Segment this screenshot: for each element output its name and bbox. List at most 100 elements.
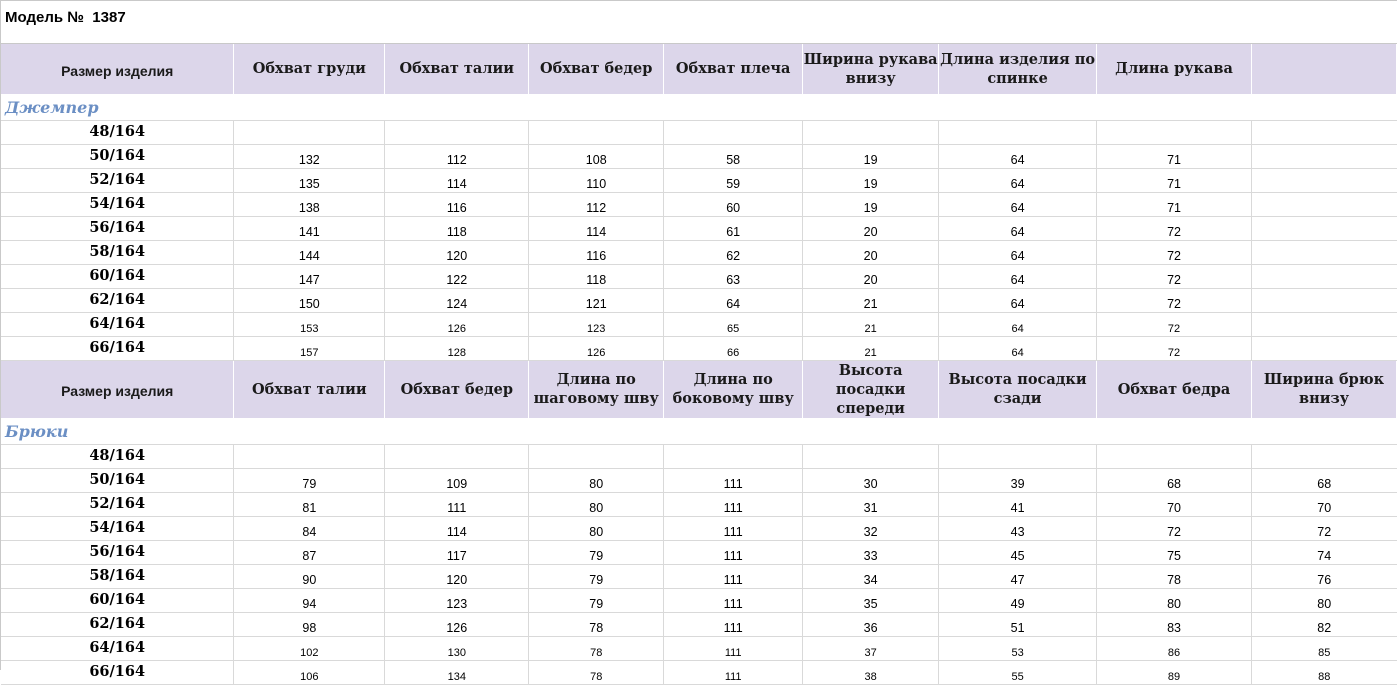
value-cell[interactable]: 62 [663, 240, 804, 265]
value-cell[interactable]: 59 [663, 168, 804, 193]
value-cell[interactable]: 90 [233, 564, 386, 589]
value-cell[interactable]: 20 [802, 264, 940, 289]
value-cell[interactable]: 89 [1096, 660, 1252, 685]
value-cell[interactable]: 111 [663, 540, 804, 565]
value-cell[interactable]: 144 [233, 240, 386, 265]
value-cell[interactable] [802, 120, 940, 145]
value-cell[interactable]: 111 [663, 588, 804, 613]
value-cell[interactable]: 64 [938, 312, 1098, 337]
value-cell[interactable]: 86 [1096, 636, 1252, 661]
value-cell[interactable] [1251, 444, 1397, 469]
value-cell[interactable]: 76 [1251, 564, 1397, 589]
value-cell[interactable]: 82 [1251, 612, 1397, 637]
value-cell[interactable]: 72 [1096, 336, 1252, 361]
value-cell[interactable]: 114 [384, 516, 530, 541]
value-cell[interactable] [384, 444, 530, 469]
value-cell[interactable]: 68 [1251, 468, 1397, 493]
size-cell[interactable]: 50/164 [1, 144, 235, 169]
value-cell[interactable]: 72 [1096, 264, 1252, 289]
value-cell[interactable]: 32 [802, 516, 940, 541]
value-cell[interactable] [1251, 264, 1397, 289]
value-cell[interactable]: 72 [1096, 312, 1252, 337]
value-cell[interactable]: 81 [233, 492, 386, 517]
value-cell[interactable]: 120 [384, 564, 530, 589]
value-cell[interactable]: 72 [1096, 240, 1252, 265]
value-cell[interactable]: 74 [1251, 540, 1397, 565]
value-cell[interactable]: 45 [938, 540, 1098, 565]
value-cell[interactable]: 112 [528, 192, 665, 217]
value-cell[interactable] [528, 444, 665, 469]
value-cell[interactable]: 78 [528, 612, 665, 637]
value-cell[interactable]: 141 [233, 216, 386, 241]
size-cell[interactable]: 60/164 [1, 264, 235, 289]
size-cell[interactable]: 64/164 [1, 312, 235, 337]
value-cell[interactable]: 138 [233, 192, 386, 217]
value-cell[interactable]: 111 [663, 564, 804, 589]
value-cell[interactable]: 109 [384, 468, 530, 493]
value-cell[interactable]: 80 [528, 492, 665, 517]
value-cell[interactable]: 72 [1096, 216, 1252, 241]
value-cell[interactable]: 79 [528, 540, 665, 565]
value-cell[interactable] [663, 444, 804, 469]
value-cell[interactable]: 135 [233, 168, 386, 193]
value-cell[interactable]: 64 [938, 336, 1098, 361]
value-cell[interactable]: 116 [384, 192, 530, 217]
value-cell[interactable]: 61 [663, 216, 804, 241]
value-cell[interactable]: 71 [1096, 168, 1252, 193]
value-cell[interactable]: 111 [384, 492, 530, 517]
value-cell[interactable]: 126 [384, 612, 530, 637]
value-cell[interactable]: 79 [528, 588, 665, 613]
value-cell[interactable] [1096, 120, 1252, 145]
value-cell[interactable]: 21 [802, 336, 940, 361]
value-cell[interactable]: 66 [663, 336, 804, 361]
value-cell[interactable]: 72 [1251, 516, 1397, 541]
value-cell[interactable]: 110 [528, 168, 665, 193]
value-cell[interactable]: 71 [1096, 144, 1252, 169]
value-cell[interactable]: 111 [663, 492, 804, 517]
value-cell[interactable]: 157 [233, 336, 386, 361]
value-cell[interactable]: 94 [233, 588, 386, 613]
value-cell[interactable]: 112 [384, 144, 530, 169]
value-cell[interactable]: 64 [938, 144, 1098, 169]
value-cell[interactable]: 111 [663, 636, 804, 661]
size-cell[interactable]: 54/164 [1, 192, 235, 217]
value-cell[interactable]: 38 [802, 660, 940, 685]
value-cell[interactable]: 71 [1096, 192, 1252, 217]
value-cell[interactable]: 64 [663, 288, 804, 313]
value-cell[interactable]: 20 [802, 240, 940, 265]
value-cell[interactable] [1251, 144, 1397, 169]
value-cell[interactable]: 64 [938, 192, 1098, 217]
value-cell[interactable]: 21 [802, 288, 940, 313]
size-cell[interactable]: 52/164 [1, 168, 235, 193]
value-cell[interactable]: 70 [1096, 492, 1252, 517]
value-cell[interactable]: 123 [528, 312, 665, 337]
value-cell[interactable]: 58 [663, 144, 804, 169]
value-cell[interactable]: 72 [1096, 516, 1252, 541]
value-cell[interactable]: 132 [233, 144, 386, 169]
size-cell[interactable]: 58/164 [1, 240, 235, 265]
value-cell[interactable]: 30 [802, 468, 940, 493]
value-cell[interactable]: 78 [528, 636, 665, 661]
value-cell[interactable]: 35 [802, 588, 940, 613]
value-cell[interactable]: 120 [384, 240, 530, 265]
value-cell[interactable]: 111 [663, 468, 804, 493]
size-cell[interactable]: 48/164 [1, 444, 235, 469]
value-cell[interactable]: 68 [1096, 468, 1252, 493]
value-cell[interactable] [1251, 120, 1397, 145]
value-cell[interactable] [1251, 168, 1397, 193]
value-cell[interactable]: 64 [938, 240, 1098, 265]
value-cell[interactable]: 78 [528, 660, 665, 685]
value-cell[interactable] [938, 120, 1098, 145]
value-cell[interactable]: 63 [663, 264, 804, 289]
value-cell[interactable] [1251, 192, 1397, 217]
size-cell[interactable]: 62/164 [1, 288, 235, 313]
size-cell[interactable]: 66/164 [1, 336, 235, 361]
value-cell[interactable]: 118 [528, 264, 665, 289]
value-cell[interactable]: 64 [938, 168, 1098, 193]
value-cell[interactable]: 43 [938, 516, 1098, 541]
value-cell[interactable]: 21 [802, 312, 940, 337]
value-cell[interactable]: 88 [1251, 660, 1397, 685]
value-cell[interactable]: 75 [1096, 540, 1252, 565]
value-cell[interactable]: 124 [384, 288, 530, 313]
value-cell[interactable]: 85 [1251, 636, 1397, 661]
